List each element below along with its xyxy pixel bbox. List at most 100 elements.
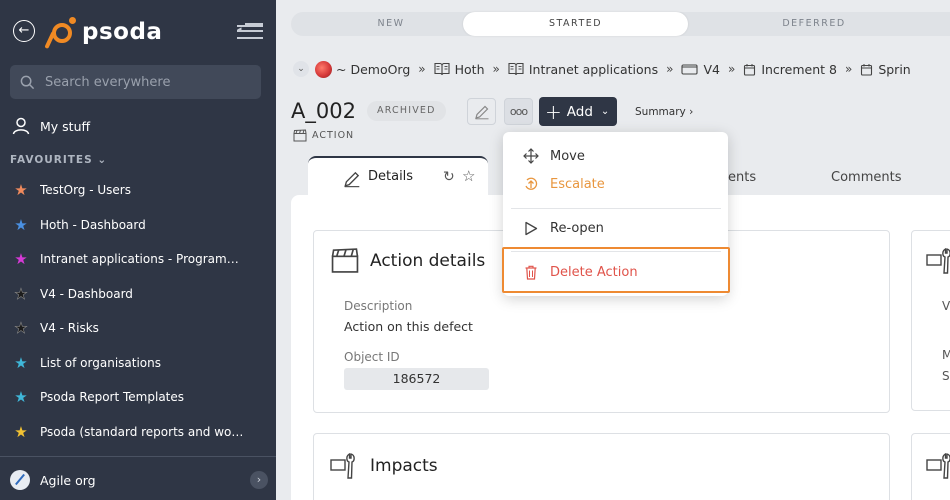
favourite-item[interactable]: ★ Hoth - Dashboard	[0, 208, 276, 243]
summary-link[interactable]: Summary ›	[635, 106, 693, 118]
card-title: Impacts	[370, 456, 438, 476]
card-header: Action details	[330, 247, 485, 274]
sidebar: ← psoda ◂ My stuff FAVOURITES ⌄ ★TestOrg…	[0, 0, 276, 500]
breadcrumb-item[interactable]: Sprin	[860, 62, 911, 77]
breadcrumb-item[interactable]: V4	[681, 62, 720, 77]
card-title: Action details	[370, 250, 486, 271]
refresh-icon[interactable]: ↻	[443, 169, 455, 185]
breadcrumb-separator: »	[492, 62, 500, 76]
collapse-sidebar-icon[interactable]: ◂	[237, 22, 263, 40]
clapperboard-icon	[293, 129, 307, 142]
menu-item-move[interactable]: Move	[503, 142, 728, 170]
breadcrumb-item[interactable]: Hoth	[434, 62, 485, 77]
org-switcher[interactable]: Agile org ›	[10, 468, 268, 492]
menu-item-reopen[interactable]: Re-open	[503, 214, 728, 242]
breadcrumb-separator: »	[844, 62, 853, 76]
favourite-item[interactable]: ★ TestOrg - Users	[0, 173, 276, 208]
tools-icon	[330, 453, 355, 479]
tab-comments[interactable]: Comments	[831, 160, 901, 196]
org-logo-icon	[315, 60, 332, 78]
folder-icon	[681, 64, 699, 75]
status-deferred[interactable]: DEFERRED	[699, 12, 929, 36]
page-title: A_002	[291, 99, 356, 123]
pencil-icon	[474, 105, 488, 119]
tab-details[interactable]: Details ↻ ☆	[308, 156, 488, 196]
user-icon	[12, 117, 30, 135]
favourite-item[interactable]: ★ V4 - Dashboard	[0, 277, 276, 312]
breadcrumb-separator: »	[727, 62, 736, 76]
side-card-text: S	[942, 369, 950, 383]
menu-item-escalate[interactable]: Escalate	[503, 170, 728, 198]
favourite-item[interactable]: ★ V4 - Risks	[0, 311, 276, 346]
psoda-logo-mark	[44, 15, 76, 50]
star-icon: ★	[14, 319, 28, 338]
ellipsis-icon: ooo	[509, 105, 528, 118]
status-new[interactable]: NEW	[291, 12, 491, 36]
tools-icon	[926, 248, 950, 274]
my-stuff-link[interactable]: My stuff	[12, 115, 90, 137]
object-type-label: ACTION	[293, 129, 354, 142]
description-label: Description	[344, 299, 413, 313]
breadcrumb-separator: »	[418, 62, 426, 76]
favourite-item[interactable]: ★ List of organisations	[0, 346, 276, 381]
edit-button[interactable]	[467, 98, 496, 125]
side-card-text: V	[942, 299, 950, 313]
side-card-text: M	[942, 348, 950, 362]
book-icon	[434, 62, 450, 76]
delete-action-highlight	[502, 247, 730, 293]
org-name: Agile org	[40, 472, 96, 488]
status-bar: NEW STARTED DEFERRED	[291, 12, 950, 36]
description-value: Action on this defect	[344, 319, 473, 334]
more-options-button[interactable]: ooo	[504, 98, 533, 125]
breadcrumb-item[interactable]: Increment 8	[743, 62, 837, 77]
back-icon[interactable]: ←	[13, 20, 35, 42]
org-icon	[10, 470, 30, 490]
breadcrumb-item[interactable]: Intranet applications	[508, 62, 658, 77]
status-started[interactable]: STARTED	[463, 12, 688, 36]
favourite-item[interactable]: ★ Intranet applications - Programme...	[0, 242, 276, 277]
object-id-value: 186572	[344, 368, 489, 390]
chevron-right-icon[interactable]: ›	[250, 471, 268, 489]
logo-text: psoda	[82, 19, 163, 45]
breadcrumb-separator: »	[666, 62, 674, 76]
chevron-down-icon: ⌄	[97, 154, 108, 166]
plus-icon: +	[545, 99, 562, 124]
star-icon: ★	[14, 422, 28, 441]
move-icon	[522, 148, 540, 164]
star-icon: ★	[14, 181, 28, 200]
tools-icon	[926, 453, 950, 479]
star-outline-icon[interactable]: ☆	[462, 168, 475, 184]
card-header: Impacts	[330, 452, 438, 480]
favourites-header[interactable]: FAVOURITES ⌄	[10, 154, 107, 166]
psoda-logo[interactable]: psoda	[44, 14, 163, 50]
search-box[interactable]	[10, 65, 261, 99]
impacts-card: Impacts	[313, 433, 890, 500]
star-icon: ★	[14, 284, 28, 303]
calendar-icon	[744, 63, 756, 76]
object-id-label: Object ID	[344, 350, 400, 364]
sidebar-divider	[0, 456, 276, 457]
favourite-item[interactable]: ★ Psoda (standard reports and work...	[0, 415, 276, 450]
tab-attachments[interactable]: ents	[728, 160, 756, 196]
star-icon: ★	[14, 388, 28, 407]
chevron-down-icon[interactable]: ⌄	[293, 61, 309, 77]
favourite-item[interactable]: ★ Psoda Report Templates	[0, 380, 276, 415]
search-icon	[20, 75, 35, 89]
search-input[interactable]	[45, 74, 245, 90]
star-icon: ★	[14, 250, 28, 269]
menu-divider	[511, 208, 721, 209]
breadcrumb-item[interactable]: ~ DemoOrg	[315, 60, 410, 78]
play-icon	[522, 221, 540, 236]
chevron-down-icon: ⌄	[600, 106, 610, 117]
status-badge: ARCHIVED	[367, 101, 446, 121]
escalate-icon	[522, 176, 540, 192]
favourites-list: ★ TestOrg - Users ★ Hoth - Dashboard ★ Intr…	[0, 173, 276, 449]
star-icon: ★	[14, 353, 28, 372]
breadcrumb: ⌄ ~ DemoOrg » Hoth » Intranet applicatio…	[293, 58, 911, 80]
book-icon	[508, 62, 524, 76]
add-button[interactable]: + Add ⌄	[539, 97, 617, 126]
pencil-icon	[344, 171, 360, 188]
my-stuff-label: My stuff	[40, 118, 91, 134]
side-card: V M S	[911, 230, 950, 411]
calendar-icon	[861, 63, 873, 76]
